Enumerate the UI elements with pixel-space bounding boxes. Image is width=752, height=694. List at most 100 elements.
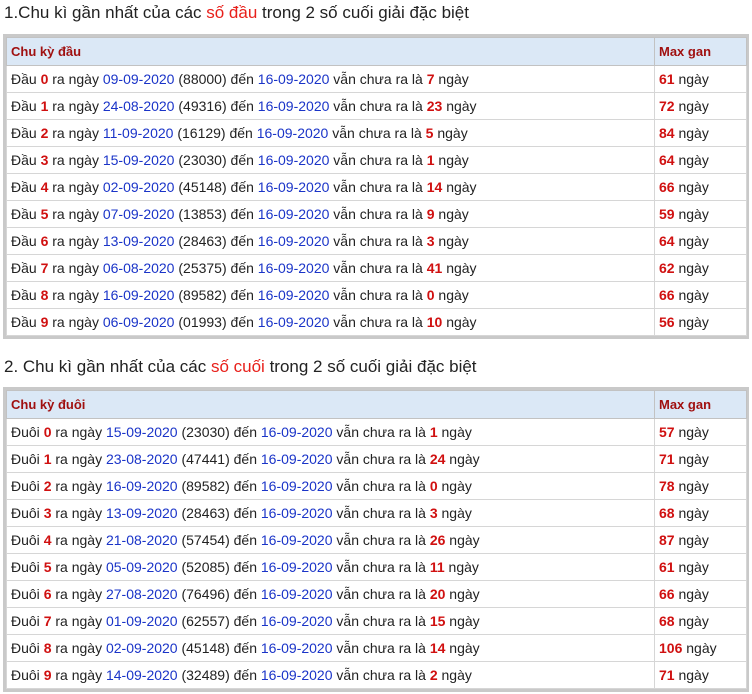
den-text: đến — [233, 640, 257, 656]
row-label: Đuôi — [11, 532, 40, 548]
still-not-text: vẫn chưa ra là — [336, 559, 426, 575]
den-text: đến — [233, 532, 257, 548]
head-cycle-table-body: Đầu 0 ra ngày 09-09-2020 (88000) đến 16-… — [6, 65, 747, 336]
days-count: 9 — [426, 206, 435, 222]
result-code: (13853) — [178, 206, 227, 222]
days-unit: ngày — [438, 206, 469, 222]
max-gan-value: 59 — [659, 206, 675, 222]
ra-ngay-text: ra ngày — [55, 640, 103, 656]
row-label: Đuôi — [11, 559, 40, 575]
den-text: đến — [230, 260, 254, 276]
den-text: đến — [233, 613, 257, 629]
row-label: Đầu — [11, 179, 37, 195]
table-row: Đuôi 5 ra ngày 05-09-2020 (52085) đến 16… — [6, 553, 747, 581]
end-date: 16-09-2020 — [260, 667, 333, 683]
table-row: Đuôi 6 ra ngày 27-08-2020 (76496) đến 16… — [6, 580, 747, 608]
table-row: Đầu 4 ra ngày 02-09-2020 (45148) đến 16-… — [6, 173, 747, 201]
max-gan-cell: 84 ngày — [654, 119, 747, 147]
max-gan-value: 78 — [659, 478, 675, 494]
row-label: Đầu — [11, 206, 37, 222]
result-code: (47441) — [181, 451, 230, 467]
row-label: Đuôi — [11, 667, 40, 683]
section-1-title-prefix: 1.Chu kì gần nhất của các — [4, 3, 207, 22]
head-cycle-table: Chu kỳ đầu Max gan Đầu 0 ra ngày 09-09-2… — [6, 37, 747, 336]
days-count: 10 — [426, 314, 443, 330]
last-date: 16-09-2020 — [102, 287, 175, 303]
still-not-text: vẫn chưa ra là — [336, 613, 426, 629]
row-label: Đầu — [11, 233, 37, 249]
end-date: 16-09-2020 — [257, 287, 330, 303]
end-date: 16-09-2020 — [260, 505, 333, 521]
table-row: Đuôi 0 ra ngày 15-09-2020 (23030) đến 16… — [6, 418, 747, 446]
days-unit: ngày — [441, 667, 472, 683]
still-not-text: vẫn chưa ra là — [336, 667, 426, 683]
end-date: 16-09-2020 — [260, 424, 333, 440]
row-label: Đầu — [11, 71, 37, 87]
last-date: 27-08-2020 — [105, 586, 178, 602]
end-date: 16-09-2020 — [260, 640, 333, 656]
cycle-cell: Đầu 7 ra ngày 06-08-2020 (25375) đến 16-… — [6, 254, 655, 282]
den-text: đến — [230, 71, 254, 87]
den-text: đến — [230, 233, 254, 249]
last-date: 16-09-2020 — [105, 478, 178, 494]
last-date: 11-09-2020 — [102, 125, 174, 141]
tail-cycle-table-body: Đuôi 0 ra ngày 15-09-2020 (23030) đến 16… — [6, 418, 747, 689]
table-header-row: Chu kỳ đuôi Max gan — [6, 390, 747, 419]
max-gan-unit: ngày — [678, 98, 709, 114]
head-cycle-table-frame: Chu kỳ đầu Max gan Đầu 0 ra ngày 09-09-2… — [3, 34, 749, 339]
max-gan-value: 87 — [659, 532, 675, 548]
max-gan-unit: ngày — [678, 179, 709, 195]
row-label: Đầu — [11, 98, 37, 114]
days-unit: ngày — [446, 179, 477, 195]
table-row: Đầu 9 ra ngày 06-09-2020 (01993) đến 16-… — [6, 308, 747, 336]
max-gan-unit: ngày — [678, 233, 709, 249]
max-gan-unit: ngày — [678, 125, 709, 141]
table-row: Đuôi 2 ra ngày 16-09-2020 (89582) đến 16… — [6, 472, 747, 500]
digit: 7 — [43, 613, 52, 629]
max-gan-unit: ngày — [678, 532, 709, 548]
days-unit: ngày — [438, 287, 469, 303]
den-text: đến — [233, 451, 257, 467]
result-code: (32489) — [181, 667, 230, 683]
last-date: 02-09-2020 — [102, 179, 175, 195]
max-gan-unit: ngày — [678, 287, 709, 303]
tail-cycle-table-frame: Chu kỳ đuôi Max gan Đuôi 0 ra ngày 15-09… — [3, 387, 749, 692]
max-gan-unit: ngày — [678, 260, 709, 276]
ra-ngay-text: ra ngày — [55, 424, 103, 440]
days-unit: ngày — [449, 640, 480, 656]
max-gan-unit: ngày — [678, 559, 709, 575]
days-unit: ngày — [438, 152, 469, 168]
ra-ngay-text: ra ngày — [52, 152, 99, 168]
digit: 4 — [43, 532, 52, 548]
last-date: 15-09-2020 — [105, 424, 178, 440]
max-gan-cell: 56 ngày — [654, 308, 747, 336]
row-label: Đầu — [11, 125, 37, 141]
digit: 2 — [43, 478, 52, 494]
den-text: đến — [229, 125, 253, 141]
days-unit: ngày — [441, 424, 472, 440]
still-not-text: vẫn chưa ra là — [333, 233, 423, 249]
table-row: Đầu 2 ra ngày 11-09-2020 (16129) đến 16-… — [6, 119, 747, 147]
ra-ngay-text: ra ngày — [55, 586, 103, 602]
max-gan-cell: 71 ngày — [654, 445, 747, 473]
days-count: 1 — [426, 152, 435, 168]
max-gan-value: 68 — [659, 505, 675, 521]
days-unit: ngày — [446, 260, 477, 276]
max-gan-unit: ngày — [678, 586, 709, 602]
last-date: 15-09-2020 — [102, 152, 175, 168]
den-text: đến — [230, 98, 254, 114]
result-code: (23030) — [178, 152, 227, 168]
result-code: (16129) — [177, 125, 226, 141]
still-not-text: vẫn chưa ra là — [333, 287, 423, 303]
table-row: Đuôi 9 ra ngày 14-09-2020 (32489) đến 16… — [6, 661, 747, 689]
last-date: 07-09-2020 — [102, 206, 175, 222]
max-gan-cell: 64 ngày — [654, 146, 747, 174]
days-count: 3 — [429, 505, 438, 521]
days-unit: ngày — [449, 613, 480, 629]
ra-ngay-text: ra ngày — [52, 71, 99, 87]
max-gan-unit: ngày — [678, 478, 709, 494]
still-not-text: vẫn chưa ra là — [336, 640, 426, 656]
section-2-title-highlight: số cuối — [210, 357, 265, 376]
max-gan-value: 106 — [659, 640, 683, 656]
still-not-text: vẫn chưa ra là — [333, 260, 423, 276]
